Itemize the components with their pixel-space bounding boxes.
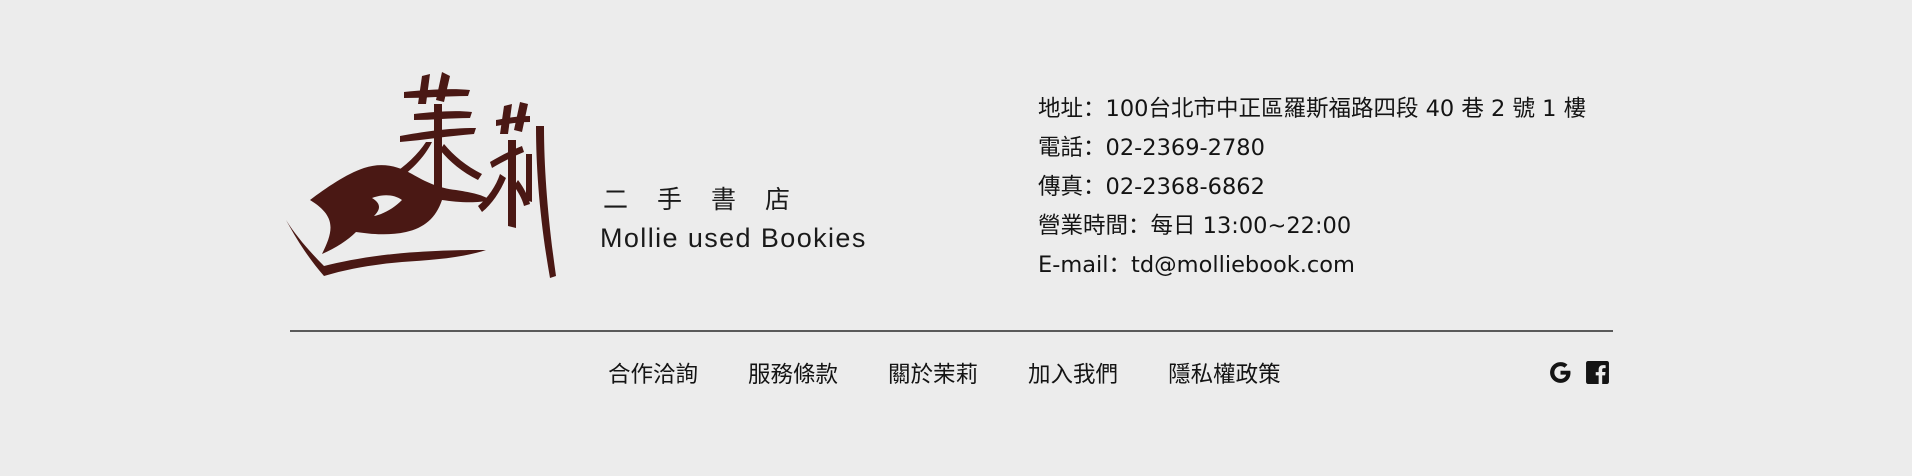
social-links <box>1548 360 1610 385</box>
footer-nav: 合作洽詢 服務條款 關於茉莉 加入我們 隱私權政策 <box>608 357 1281 389</box>
nav-link-join-us[interactable]: 加入我們 <box>1028 357 1118 389</box>
nav-link-about[interactable]: 關於茉莉 <box>888 357 978 389</box>
contact-info: 地址：100台北市中正區羅斯福路四段 40 巷 2 號 1 樓 電話：02-23… <box>1038 90 1586 285</box>
contact-phone: 電話：02-2369-2780 <box>1038 135 1265 161</box>
nav-link-cooperation[interactable]: 合作洽詢 <box>608 357 698 389</box>
contact-email: E-mail：td@molliebook.com <box>1038 252 1355 278</box>
site-footer: 二手書店 Mollie used Bookies 地址：100台北市中正區羅斯福… <box>0 0 1912 476</box>
book-logo-icon <box>286 72 556 278</box>
google-icon[interactable] <box>1548 360 1573 385</box>
contact-address: 地址：100台北市中正區羅斯福路四段 40 巷 2 號 1 樓 <box>1038 96 1587 122</box>
brand-name: Mollie used Bookies <box>600 223 867 253</box>
nav-link-privacy[interactable]: 隱私權政策 <box>1168 357 1281 389</box>
contact-fax: 傳真：02-2368-6862 <box>1038 174 1265 200</box>
contact-hours: 營業時間：每日 13:00~22:00 <box>1038 213 1352 239</box>
footer-divider <box>290 330 1613 332</box>
brand-logo[interactable] <box>286 70 558 282</box>
facebook-icon[interactable] <box>1585 360 1610 385</box>
nav-link-terms[interactable]: 服務條款 <box>748 357 838 389</box>
brand-subtitle: 二手書店 <box>603 185 820 214</box>
